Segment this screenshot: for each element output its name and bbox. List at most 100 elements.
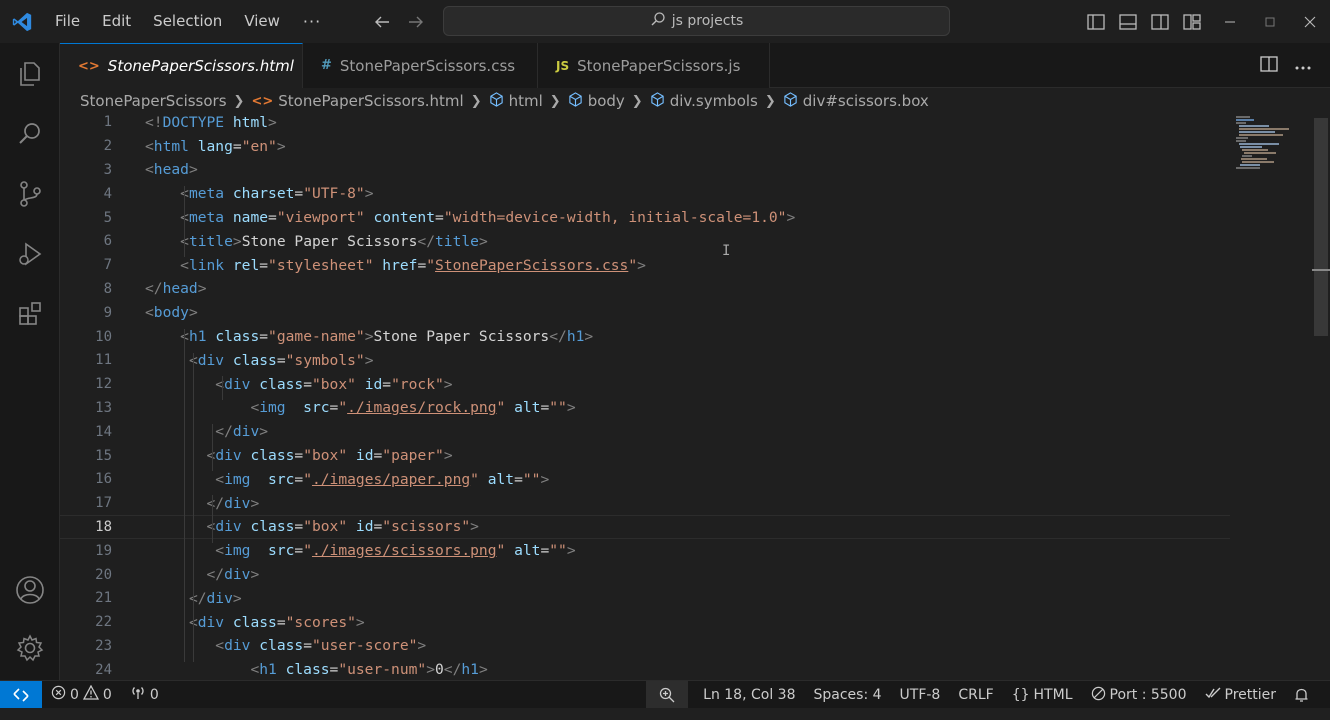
code-line[interactable]: 9 <body>	[60, 301, 1230, 325]
source-control-icon[interactable]	[0, 169, 60, 219]
code-token: >	[364, 185, 374, 203]
breadcrumb-folder[interactable]: StonePaperScissors	[80, 92, 227, 110]
code-line[interactable]: 2 <html lang="en">	[60, 134, 1230, 158]
toggle-panel-icon[interactable]	[1118, 12, 1138, 32]
code-line[interactable]: 3 <head>	[60, 158, 1230, 182]
split-editor-icon[interactable]	[1260, 55, 1278, 76]
code-token: </	[215, 423, 233, 441]
close-window-icon[interactable]	[1290, 0, 1330, 43]
notifications-bell-icon[interactable]	[1285, 681, 1318, 709]
code-line[interactable]: 17 </div>	[60, 491, 1230, 515]
remote-indicator-icon[interactable]	[0, 680, 42, 709]
breadcrumb-html[interactable]: html	[489, 91, 543, 111]
code-line[interactable]: 5 <meta name="viewport" content="width=d…	[60, 206, 1230, 230]
vertical-scrollbar[interactable]	[1312, 114, 1330, 680]
code-line[interactable]: 15 <div class="box" id="paper">	[60, 444, 1230, 468]
code-line[interactable]: 12 <div class="box" id="rock">	[60, 372, 1230, 396]
run-and-debug-icon[interactable]	[0, 229, 60, 279]
restore-icon[interactable]	[1250, 0, 1290, 43]
breadcrumb-div-symbols[interactable]: div.symbols	[650, 91, 758, 111]
html-file-icon: <>	[78, 58, 100, 74]
settings-gear-icon[interactable]	[0, 623, 60, 673]
breadcrumb-body[interactable]: body	[568, 91, 625, 111]
code-token: h1	[461, 661, 479, 679]
ports-indicator[interactable]: 0	[121, 681, 168, 709]
tab-html[interactable]: <> StonePaperScissors.html ✕	[60, 43, 318, 88]
customize-layout-icon[interactable]	[1182, 12, 1202, 32]
scrollbar-thumb[interactable]	[1314, 118, 1328, 336]
menu-view[interactable]: View	[233, 0, 291, 43]
code-token: alt	[514, 399, 541, 417]
line-number: 21	[95, 590, 112, 607]
accounts-icon[interactable]	[0, 565, 60, 615]
code-line[interactable]: 1 <!DOCTYPE html>	[60, 114, 1230, 134]
back-arrow-icon[interactable]	[372, 12, 392, 32]
code-line[interactable]: 6 <title>Stone Paper Scissors</title>	[60, 230, 1230, 254]
code-line[interactable]: 24 <h1 class="user-num">0</h1>	[60, 658, 1230, 680]
code-line[interactable]: 13 <img src="./images/rock.png" alt="">	[60, 396, 1230, 420]
zoom-icon[interactable]	[646, 681, 689, 709]
menu-selection[interactable]: Selection	[142, 0, 233, 43]
vscode-logo-icon	[0, 0, 44, 43]
code-text: <div class="box" id="scissors">	[145, 518, 479, 535]
toggle-secondary-sidebar-icon[interactable]	[1150, 12, 1170, 32]
indent-guide	[193, 352, 194, 662]
code-line[interactable]: 14 </div>	[60, 420, 1230, 444]
code-line[interactable]: 20 </div>	[60, 563, 1230, 587]
problems-indicator[interactable]: 0 0	[42, 681, 121, 709]
code-token: alt	[487, 470, 515, 488]
breadcrumb-file[interactable]: <> StonePaperScissors.html	[251, 92, 463, 110]
file-encoding[interactable]: UTF-8	[891, 681, 950, 709]
code-line[interactable]: 8 </head>	[60, 277, 1230, 301]
code-line[interactable]: 16 <img src="./images/paper.png" alt="">	[60, 468, 1230, 492]
menu-more[interactable]: ···	[291, 12, 333, 31]
forward-arrow-icon[interactable]	[406, 12, 426, 32]
code-line[interactable]: 23 <div class="user-score">	[60, 634, 1230, 658]
tab-css[interactable]: # StonePaperScissors.css	[303, 43, 538, 88]
menu-edit[interactable]: Edit	[91, 0, 142, 43]
code-token: alt	[514, 542, 541, 560]
code-token: >	[786, 209, 796, 227]
code-token: =	[259, 256, 269, 274]
explorer-icon[interactable]	[0, 49, 60, 99]
code-line[interactable]: 18 <div class="box" id="scissors">	[60, 515, 1230, 539]
code-token: <	[145, 137, 154, 155]
code-text: </div>	[145, 566, 260, 583]
end-of-line[interactable]: CRLF	[949, 681, 1002, 709]
code-token: meta	[188, 209, 233, 227]
breadcrumb-div-scissors[interactable]: div#scissors.box	[783, 91, 929, 111]
line-number: 16	[95, 471, 112, 488]
line-number: 19	[95, 542, 112, 559]
code-line[interactable]: 22 <div class="scores">	[60, 610, 1230, 634]
code-line[interactable]: 10 <h1 class="game-name">Stone Paper Sci…	[60, 325, 1230, 349]
code-token: class	[250, 518, 295, 536]
code-line[interactable]: 11 <div class="symbols">	[60, 349, 1230, 373]
code-token: "	[470, 470, 488, 488]
more-actions-icon[interactable]	[1294, 56, 1312, 75]
extensions-icon[interactable]	[0, 289, 60, 339]
toggle-primary-sidebar-icon[interactable]	[1086, 12, 1106, 32]
code-editor[interactable]: 1 <!DOCTYPE html> 2 <html lang="en"> 3 <head>…	[60, 114, 1330, 680]
code-token: "symbols"	[285, 351, 365, 369]
command-center-search[interactable]: js projects	[443, 6, 950, 36]
menu-file[interactable]: File	[44, 0, 91, 43]
line-number: 14	[95, 423, 112, 440]
code-line[interactable]: 4 <meta charset="UTF-8">	[60, 182, 1230, 206]
language-mode[interactable]: {} HTML	[1003, 681, 1082, 709]
code-token: ./images/paper.png	[311, 470, 471, 488]
indentation[interactable]: Spaces: 4	[805, 681, 891, 709]
live-server-port[interactable]: Port : 5500	[1082, 681, 1196, 709]
code-line[interactable]: 19 <img src="./images/scissors.png" alt=…	[60, 539, 1230, 563]
minimap[interactable]	[1234, 114, 1294, 174]
code-line[interactable]: 7 <link rel="stylesheet" href="StonePape…	[60, 253, 1230, 277]
tab-js[interactable]: JS StonePaperScissors.js	[538, 43, 770, 88]
cursor-position[interactable]: Ln 18, Col 38	[694, 681, 804, 709]
code-text: <img src="./images/rock.png" alt="">	[145, 399, 575, 417]
prettier-formatter[interactable]: Prettier	[1196, 681, 1286, 709]
indent-guide	[184, 185, 185, 258]
tab-label: StonePaperScissors.css	[339, 56, 516, 75]
code-line[interactable]: 21 </div>	[60, 587, 1230, 611]
search-icon[interactable]	[0, 109, 60, 159]
minimize-icon[interactable]	[1210, 0, 1250, 43]
